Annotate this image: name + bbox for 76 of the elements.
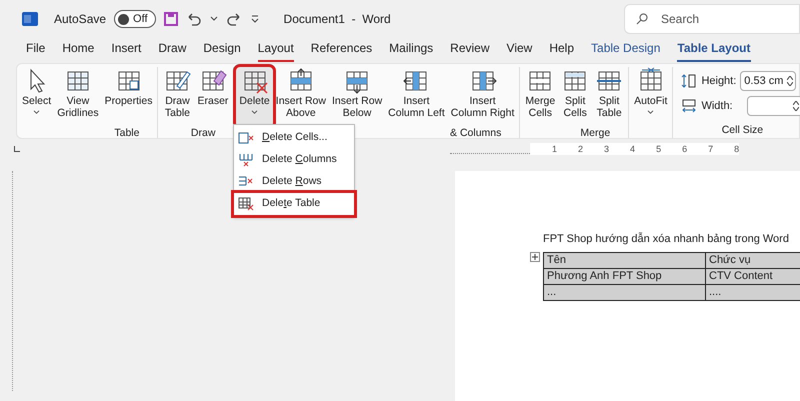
ruler-number: 5 xyxy=(656,144,662,154)
delete-columns-icon xyxy=(238,153,254,167)
ribbon-tab[interactable]: References xyxy=(310,39,372,62)
table-cell: ... xyxy=(544,284,706,300)
ribbon-tab[interactable]: File xyxy=(26,39,46,62)
ribbon-button[interactable]: Insert Row Above xyxy=(272,67,329,127)
spinner-icon[interactable] xyxy=(787,76,794,86)
caret-icon[interactable] xyxy=(210,16,218,22)
table-cell: CTV Content xyxy=(706,268,800,284)
ruler-number: 8 xyxy=(734,144,740,154)
document-heading: FPT Shop hướng dẫn xóa nhanh bảng trong Word xyxy=(543,232,790,247)
ribbon-tab[interactable]: Help xyxy=(549,39,574,62)
ribbon-tab[interactable]: View xyxy=(506,39,532,62)
group-label: Cell Size xyxy=(722,123,764,138)
spinner-icon[interactable] xyxy=(793,101,800,111)
move-handle-icon[interactable] xyxy=(530,252,540,262)
group-label: & Columns xyxy=(450,126,502,141)
ruler-number: 3 xyxy=(604,144,610,154)
group-label: Merge xyxy=(580,126,612,141)
ribbon-button[interactable]: Merge Cells xyxy=(522,67,558,127)
ruler-number: 7 xyxy=(708,144,714,154)
ribbon-button[interactable]: Insert Column Right xyxy=(448,67,518,127)
ribbon-button[interactable]: Insert Row Below xyxy=(328,67,386,127)
ribbon-tab[interactable]: Mailings xyxy=(389,39,434,62)
width-field[interactable] xyxy=(747,96,800,116)
ribbon-tab[interactable]: Home xyxy=(62,39,94,62)
ribbon-tab[interactable]: Review xyxy=(450,39,490,62)
ruler-number: 2 xyxy=(578,144,584,154)
window-title: Document1 - Word xyxy=(284,11,391,28)
ribbon-tab[interactable]: Table Design xyxy=(591,39,660,62)
table-cell: .... xyxy=(706,284,800,300)
delete-cells-icon xyxy=(238,131,254,145)
row-height-icon xyxy=(681,73,698,89)
menu-item[interactable]: Delete Rows xyxy=(234,171,354,193)
height-label: Height: xyxy=(701,74,736,89)
ribbon-tab[interactable]: Draw xyxy=(158,39,186,62)
menu-item[interactable]: Delete Table xyxy=(234,193,354,215)
group-label: Table xyxy=(114,126,140,141)
menu-item[interactable]: Delete Columns xyxy=(234,149,354,171)
ribbon-button[interactable]: Split Table xyxy=(592,67,626,127)
ribbon-button[interactable]: Select xyxy=(19,67,54,127)
redo-icon[interactable] xyxy=(226,12,242,26)
autosave-toggle[interactable]: Off xyxy=(114,10,156,28)
ruler-number: 6 xyxy=(682,144,688,154)
delete-table-icon xyxy=(238,197,254,211)
tab-stop-icon xyxy=(14,146,20,152)
menu-item[interactable]: Delete Cells... xyxy=(234,127,354,149)
group-label: Draw xyxy=(190,126,216,141)
width-label: Width: xyxy=(701,98,734,114)
ribbon-button[interactable]: AutoFit xyxy=(631,67,670,127)
ruler-number: 1 xyxy=(552,144,558,154)
table-cell: Tên xyxy=(544,252,706,268)
ribbon-tab[interactable]: Design xyxy=(203,39,241,62)
ribbon-button[interactable]: Insert Column Left xyxy=(385,67,448,127)
ribbon-button[interactable]: Properties xyxy=(102,67,156,127)
autosave-label: AutoSave xyxy=(54,11,106,28)
search-field[interactable]: Search xyxy=(624,4,800,34)
ribbon-button[interactable]: View Gridlines xyxy=(54,67,102,127)
ribbon-button[interactable]: Draw Table xyxy=(160,67,194,127)
table-cell: Phương Anh FPT Shop xyxy=(544,268,706,284)
caret-icon xyxy=(33,110,40,115)
column-width-icon xyxy=(681,98,698,114)
ribbon-tab[interactable]: Insert xyxy=(111,39,142,62)
ribbon-button[interactable]: Delete xyxy=(236,67,273,127)
search-icon xyxy=(636,13,648,25)
save-icon[interactable] xyxy=(164,12,178,26)
ribbon-button[interactable]: Eraser xyxy=(194,67,232,127)
word-logo-icon xyxy=(22,11,38,27)
customize-toolbar-icon[interactable] xyxy=(250,14,260,24)
table-cell: Chức vụ xyxy=(706,252,800,268)
caret-icon xyxy=(251,110,258,115)
ruler-number: 4 xyxy=(630,144,636,154)
height-field[interactable]: 0.53 cm xyxy=(740,71,796,91)
ribbon-button[interactable]: Split Cells xyxy=(558,67,592,127)
undo-icon[interactable] xyxy=(186,12,202,26)
caret-icon xyxy=(647,110,654,115)
